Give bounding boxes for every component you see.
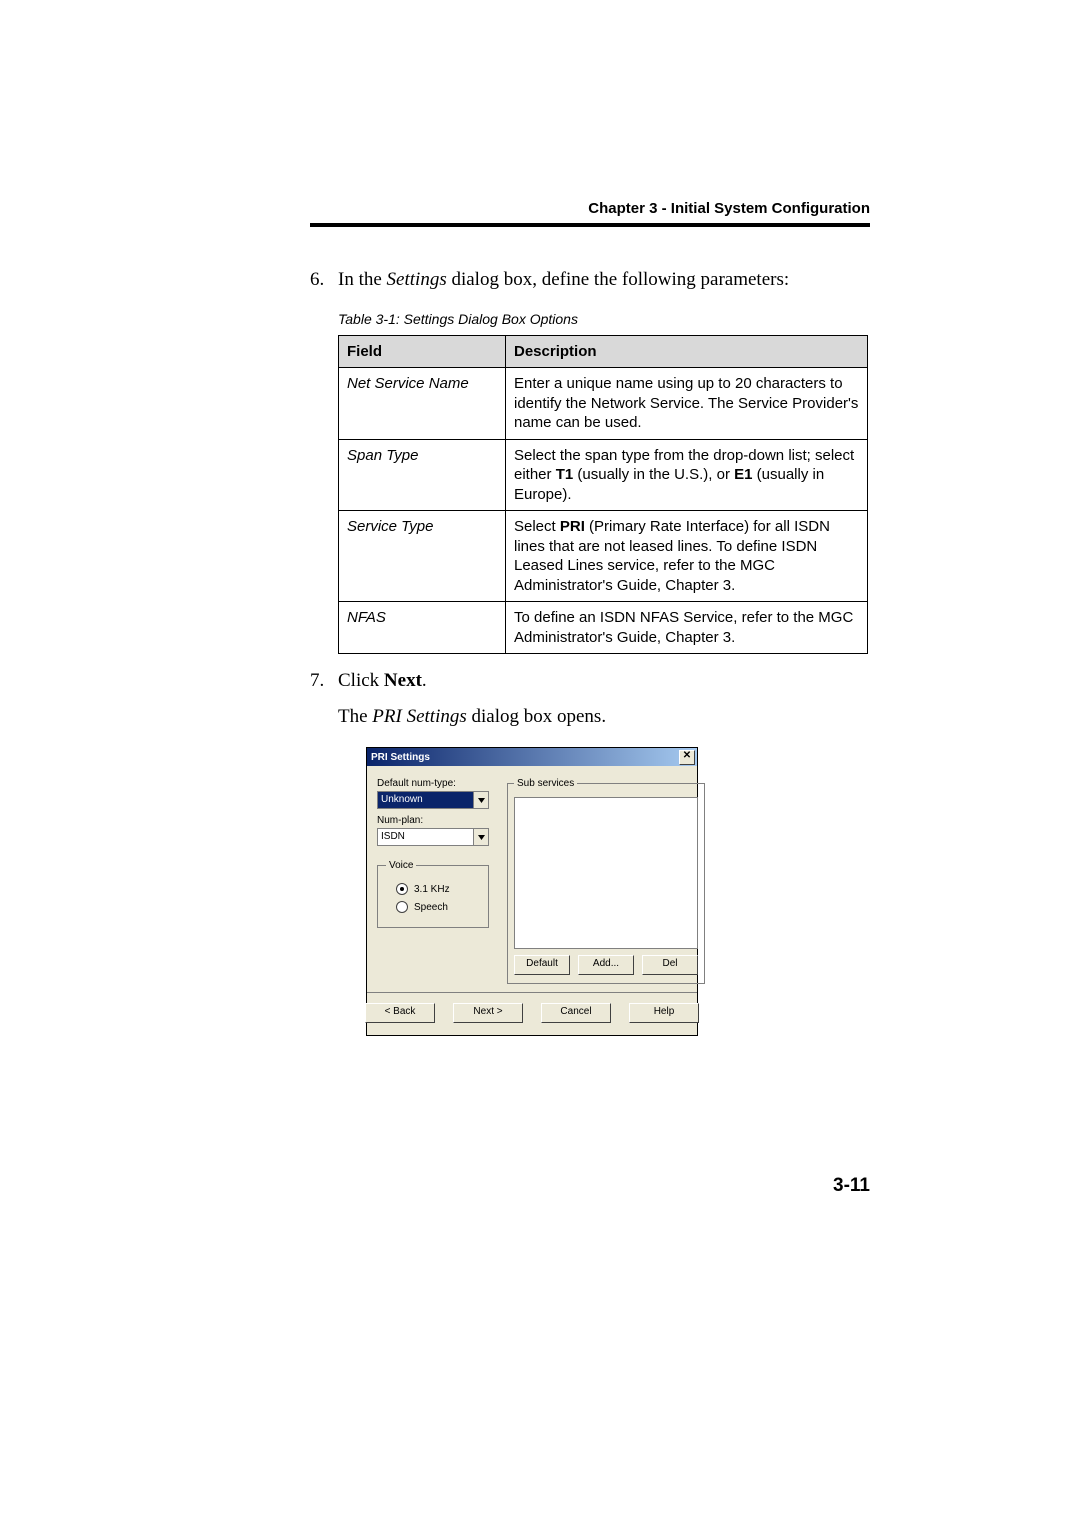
help-button[interactable]: Help [629, 1003, 699, 1023]
cell-field: Service Type [339, 511, 506, 602]
default-num-type-value: Unknown [378, 792, 473, 808]
del-button[interactable]: Del [642, 955, 698, 975]
sub-services-label: Sub services [514, 778, 577, 789]
voice-opt2-label: Speech [414, 902, 448, 913]
voice-opt1-label: 3.1 KHz [414, 884, 450, 895]
table-row: Span Type Select the span type from the … [339, 439, 868, 511]
default-num-type-combo[interactable]: Unknown [377, 791, 489, 809]
cell-field: NFAS [339, 602, 506, 654]
dialog-body: Default num-type: Unknown Num-plan: ISDN… [367, 766, 697, 992]
next-button[interactable]: Next > [453, 1003, 523, 1023]
cell-desc: Select PRI (Primary Rate Interface) for … [506, 511, 868, 602]
voice-radio-31khz[interactable]: 3.1 KHz [396, 883, 480, 895]
num-plan-combo[interactable]: ISDN [377, 828, 489, 846]
step6-post: dialog box, define the following paramet… [447, 269, 789, 290]
page-number: 3-11 [833, 1175, 870, 1197]
step7-next-word: Next [384, 670, 422, 691]
sub-services-group: Sub services Default Add... Del [507, 778, 705, 984]
step7-period: . [422, 670, 427, 691]
voice-radio-speech[interactable]: Speech [396, 901, 480, 913]
table-row: Net Service Name Enter a unique name usi… [339, 368, 868, 440]
step6-pre: In the [338, 269, 387, 290]
step7-line2: The PRI Settings dialog box opens. [338, 704, 870, 730]
radio-icon [396, 901, 408, 913]
back-button[interactable]: < Back [365, 1003, 435, 1023]
step-text: In the Settings dialog box, define the f… [338, 267, 870, 293]
cell-field: Net Service Name [339, 368, 506, 440]
num-plan-label: Num-plan: [377, 815, 489, 826]
step-7: 7. Click Next. [310, 668, 870, 694]
step7-line2-post: dialog box opens. [467, 706, 606, 727]
step7-click: Click [338, 670, 384, 691]
radio-icon [396, 883, 408, 895]
step-6: 6. In the Settings dialog box, define th… [310, 267, 870, 293]
cancel-button[interactable]: Cancel [541, 1003, 611, 1023]
voice-group: Voice 3.1 KHz Speech [377, 860, 489, 928]
d2-b1: PRI [560, 518, 585, 535]
table-row: NFAS To define an ISDN NFAS Service, ref… [339, 602, 868, 654]
add-button[interactable]: Add... [578, 955, 634, 975]
th-description: Description [506, 335, 868, 368]
chapter-header: Chapter 3 - Initial System Configuration [310, 200, 870, 217]
d2-pre: Select [514, 518, 560, 535]
step7-line2-pre: The [338, 706, 372, 727]
th-field: Field [339, 335, 506, 368]
num-plan-value: ISDN [378, 829, 473, 845]
chevron-down-icon[interactable] [473, 829, 488, 845]
voice-group-label: Voice [386, 860, 416, 871]
dialog-titlebar: PRI Settings ✕ [367, 748, 697, 766]
table-caption: Table 3-1: Settings Dialog Box Options [338, 311, 870, 327]
step-number: 7. [310, 668, 338, 694]
d1-mid1: (usually in the U.S.), or [573, 466, 734, 483]
chevron-down-icon[interactable] [473, 792, 488, 808]
header-rule [310, 223, 870, 227]
step6-settings-word: Settings [387, 269, 447, 290]
default-num-type-label: Default num-type: [377, 778, 489, 789]
sub-services-list[interactable] [514, 797, 698, 949]
table-row: Service Type Select PRI (Primary Rate In… [339, 511, 868, 602]
dialog-footer: < Back Next > Cancel Help [367, 992, 697, 1035]
default-button[interactable]: Default [514, 955, 570, 975]
cell-desc: To define an ISDN NFAS Service, refer to… [506, 602, 868, 654]
cell-desc: Enter a unique name using up to 20 chara… [506, 368, 868, 440]
cell-field: Span Type [339, 439, 506, 511]
d1-b2: E1 [734, 466, 752, 483]
dialog-title: PRI Settings [371, 752, 679, 763]
settings-options-table: Field Description Net Service Name Enter… [338, 335, 868, 655]
step7-line2-ital: PRI Settings [372, 706, 466, 727]
pri-settings-dialog: PRI Settings ✕ Default num-type: Unknown… [366, 747, 698, 1036]
d1-b1: T1 [556, 466, 574, 483]
close-button[interactable]: ✕ [679, 750, 695, 765]
step-text: Click Next. [338, 668, 870, 694]
step-number: 6. [310, 267, 338, 293]
cell-desc: Select the span type from the drop-down … [506, 439, 868, 511]
